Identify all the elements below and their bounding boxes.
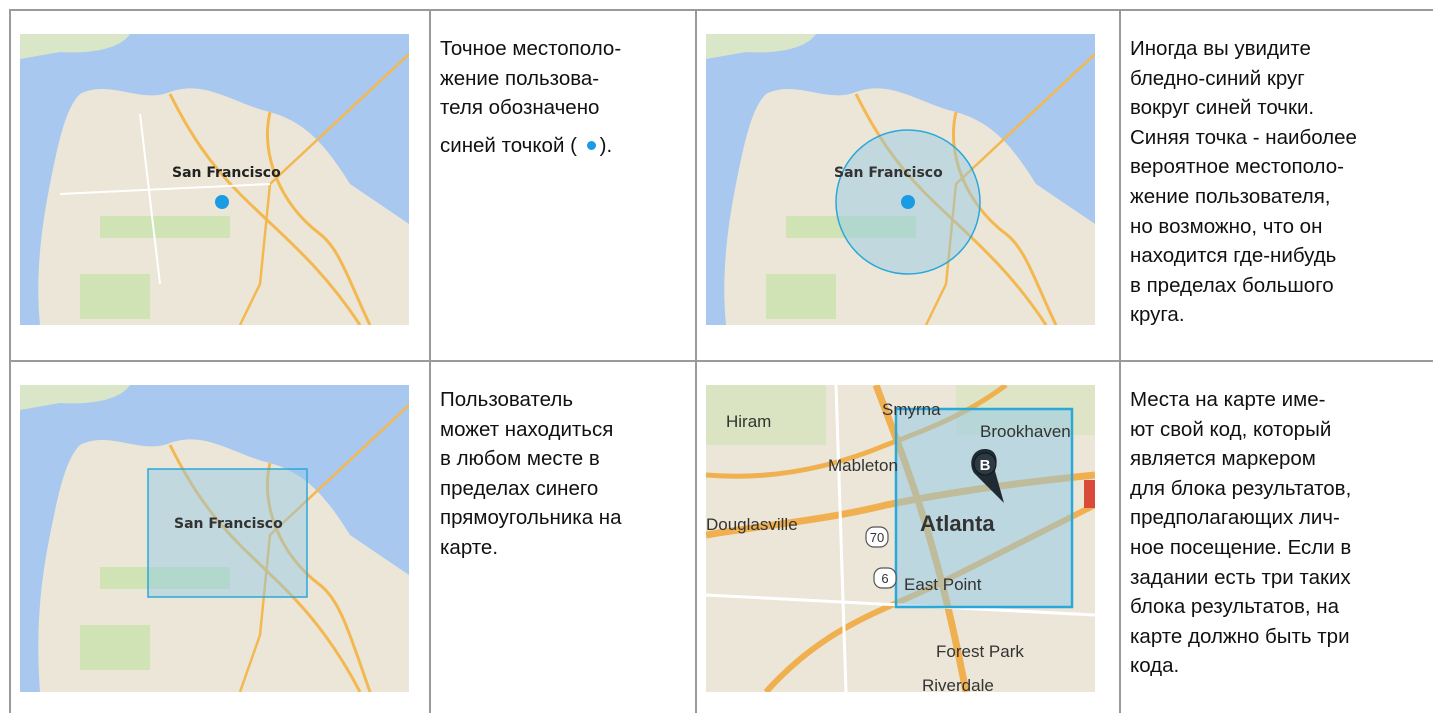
text-line: задании есть три таких bbox=[1130, 565, 1351, 589]
table-divider-1 bbox=[429, 11, 431, 713]
text-line: предполагающих лич- bbox=[1130, 506, 1340, 530]
blue-dot-icon bbox=[586, 140, 596, 150]
text-line: находится где-нибудь bbox=[1130, 244, 1337, 268]
text-line: в любом месте в bbox=[440, 447, 600, 471]
text-line: жение пользова- bbox=[440, 66, 600, 90]
map-city-label: San Francisco bbox=[172, 165, 281, 181]
sf-map-circle: San Francisco bbox=[706, 34, 1095, 325]
map-place-label: Smyrna bbox=[882, 400, 941, 419]
location-dot bbox=[901, 195, 915, 209]
table-divider-3 bbox=[1119, 11, 1121, 713]
map-city-label: San Francisco bbox=[174, 516, 283, 532]
text-line: теля обозначено bbox=[440, 96, 600, 120]
atlanta-map-marker: Hiram Smyrna Brookhaven Mableton Douglas… bbox=[706, 385, 1095, 692]
table-divider-2 bbox=[695, 11, 697, 713]
sf-map-rectangle: San Francisco bbox=[20, 385, 409, 692]
text-line-with-dot: синей точкой ( ). bbox=[440, 133, 613, 157]
cell-3-text: Пользователь может находиться в любом ме… bbox=[440, 385, 680, 563]
text-line: кода. bbox=[1130, 654, 1180, 678]
text-line: прямоугольника на bbox=[440, 506, 622, 530]
text-line: но возможно, что он bbox=[1130, 214, 1323, 238]
map-place-label: Brookhaven bbox=[980, 422, 1071, 441]
map-place-label: East Point bbox=[904, 575, 982, 594]
text-line: является маркером bbox=[1130, 447, 1316, 471]
map-place-label: Douglasville bbox=[706, 515, 798, 534]
text-line: Места на карте име- bbox=[1130, 388, 1326, 411]
sf-map-dot: San Francisco bbox=[20, 34, 409, 325]
table-border-left bbox=[9, 11, 11, 713]
cell-2-text: Иногда вы увидите бледно-синий круг вокр… bbox=[1130, 34, 1430, 330]
text-line: ное посещение. Если в bbox=[1130, 535, 1352, 559]
cell-4-text: Места на карте име- ют свой код, который… bbox=[1130, 385, 1430, 681]
text-line: блока результатов, на bbox=[1130, 595, 1339, 619]
location-dot bbox=[215, 195, 229, 209]
text-line: жение пользователя, bbox=[1130, 184, 1331, 208]
cell-1-text: Точное местополо- жение пользова- теля о… bbox=[440, 34, 680, 160]
text-line: Синяя точка - наиболее bbox=[1130, 125, 1357, 149]
table-row-divider bbox=[9, 360, 1433, 362]
map-place-label: Forest Park bbox=[936, 642, 1024, 661]
text-line: Пользователь bbox=[440, 388, 574, 411]
text-line: для блока результатов, bbox=[1130, 476, 1352, 500]
text-line: может находиться bbox=[440, 417, 614, 441]
map-place-label: Hiram bbox=[726, 412, 771, 431]
text-line: ют свой код, который bbox=[1130, 417, 1332, 441]
svg-text:B: B bbox=[980, 457, 991, 474]
map-place-label: Atlanta bbox=[920, 511, 995, 536]
text-line: карте должно быть три bbox=[1130, 624, 1350, 648]
text-line: вероятное местополо- bbox=[1130, 155, 1344, 179]
text-line: вокруг синей точки. bbox=[1130, 96, 1315, 120]
text-line: пределах синего bbox=[440, 476, 599, 500]
accuracy-rectangle bbox=[147, 468, 308, 598]
map-place-label: Riverdale bbox=[922, 676, 994, 692]
route-shield: 6 bbox=[881, 571, 888, 586]
route-shield: 70 bbox=[870, 530, 884, 545]
text-line: в пределах большого bbox=[1130, 273, 1334, 297]
text-line: Иногда вы увидите bbox=[1130, 37, 1311, 60]
map-city-label: San Francisco bbox=[834, 165, 943, 181]
map-place-label: Mableton bbox=[828, 456, 898, 475]
text-line: карте. bbox=[440, 535, 499, 559]
text-line: Точное местополо- bbox=[440, 37, 622, 60]
text-line: бледно-синий круг bbox=[1130, 66, 1305, 90]
text-line: круга. bbox=[1130, 303, 1185, 327]
